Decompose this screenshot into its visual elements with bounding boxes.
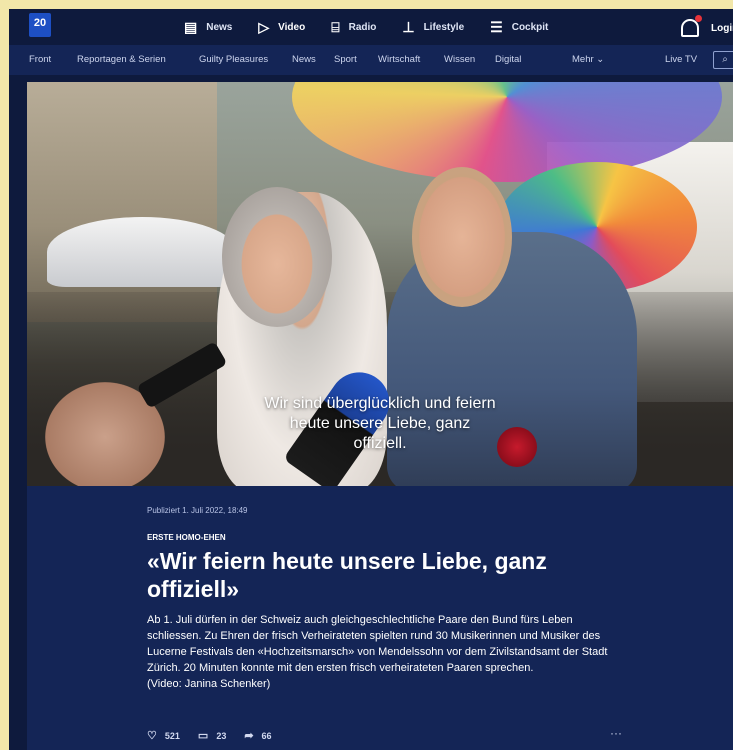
search-icon[interactable]: ⌕: [713, 51, 733, 69]
nav-radio[interactable]: ⌸ Radio: [331, 19, 376, 36]
article-actions: ♡ 521 ▭ 23 ➦ 66: [147, 729, 617, 742]
logo[interactable]: 20: [29, 13, 51, 37]
subnav-wirtschaft[interactable]: Wirtschaft: [378, 54, 420, 65]
thumbs-up-icon: ♡: [147, 730, 157, 742]
article-panel: Publiziert 1. Juli 2022, 18:49 ERSTE HOM…: [27, 486, 733, 750]
video-player[interactable]: Wir sind überglücklich und feiern heute …: [27, 82, 733, 486]
white-umbrella: [47, 217, 237, 287]
nav-cockpit[interactable]: ☰ Cockpit: [490, 19, 548, 36]
nav-video[interactable]: ▷ Video: [258, 19, 305, 36]
comment-icon: ▭: [197, 730, 209, 742]
share-icon: ➦: [244, 730, 254, 742]
section-nav: Front Reportagen & Serien Guilty Pleasur…: [9, 45, 733, 75]
play-icon: ▷: [258, 18, 270, 35]
main-nav: ▤ News ▷ Video ⌸ Radio ⊥ Lifestyle ☰ Coc…: [184, 9, 574, 45]
radio-icon: ⌸: [331, 18, 340, 35]
newspaper-icon: ▤: [184, 18, 198, 35]
notification-dot: [695, 15, 702, 22]
subnav-reportagen[interactable]: Reportagen & Serien: [77, 54, 166, 65]
login-button[interactable]: Login: [681, 15, 733, 37]
publish-date: Publiziert 1. Juli 2022, 18:49: [147, 506, 248, 515]
app-window: 20 ▤ News ▷ Video ⌸ Radio ⊥ Lifestyle ☰ …: [9, 9, 733, 750]
nav-lifestyle[interactable]: ⊥ Lifestyle: [402, 19, 464, 36]
subnav-wissen[interactable]: Wissen: [444, 54, 475, 65]
subnav-news[interactable]: News: [292, 54, 316, 65]
subnav-sport[interactable]: Sport: [334, 54, 357, 65]
cockpit-icon: ☰: [490, 18, 503, 35]
share-button[interactable]: ➦ 66: [244, 729, 271, 742]
article-lead: Ab 1. Juli dürfen in der Schweiz auch gl…: [147, 614, 608, 690]
article-kicker: ERSTE HOMO-EHEN: [147, 533, 226, 542]
video-credit: (Video: Janina Schenker): [147, 678, 271, 690]
live-tv-link[interactable]: Live TV: [665, 54, 697, 65]
subnav-front[interactable]: Front: [29, 54, 51, 65]
nav-news[interactable]: ▤ News: [184, 19, 232, 36]
subnav-more[interactable]: Mehr ⌄: [572, 54, 604, 65]
video-subtitle: Wir sind überglücklich und feiern heute …: [264, 395, 496, 452]
more-options-icon[interactable]: ···: [610, 726, 622, 740]
reactions-button[interactable]: ♡ 521: [147, 729, 180, 742]
lifestyle-icon: ⊥: [402, 18, 415, 35]
subnav-guilty-pleasures[interactable]: Guilty Pleasures: [199, 54, 268, 65]
top-navigation: 20 ▤ News ▷ Video ⌸ Radio ⊥ Lifestyle ☰ …: [9, 9, 733, 45]
subnav-digital[interactable]: Digital: [495, 54, 521, 65]
comments-button[interactable]: ▭ 23: [198, 729, 226, 742]
article-headline: «Wir feiern heute unsere Liebe, ganz off…: [147, 548, 547, 602]
user-icon: [681, 15, 702, 37]
